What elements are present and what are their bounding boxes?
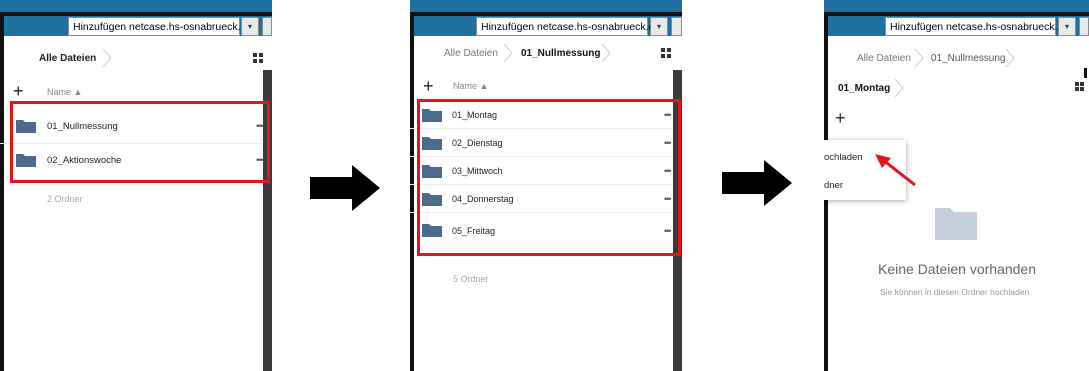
device-frame <box>410 12 682 16</box>
breadcrumb-all-files[interactable]: Alle Dateien <box>39 53 96 64</box>
empty-state-subtitle: Sie können in diesen Ordner hochladen <box>880 287 1030 297</box>
address-dropdown-button-2[interactable] <box>671 17 682 36</box>
grid-view-icon[interactable] <box>661 48 671 58</box>
empty-state-title: Keine Dateien vorhanden <box>878 261 1037 277</box>
folder-count: 2 Ordner <box>47 194 83 204</box>
add-icon[interactable]: + <box>13 82 24 100</box>
chevron-right-icon <box>1005 49 1015 67</box>
chevron-right-icon <box>894 79 904 97</box>
menu-item-new-folder[interactable]: dner <box>824 180 843 191</box>
chevron-right-icon <box>503 44 513 62</box>
address-bar[interactable]: Hinzufügen netcase.hs-osnabrueck.de <box>68 17 252 36</box>
breadcrumb-folder[interactable]: 01_Nullmessung <box>931 53 1006 64</box>
address-bar[interactable]: Hinzufügen netcase.hs-osnabrueck.de <box>885 17 1069 36</box>
device-frame <box>0 12 272 16</box>
address-dropdown-button[interactable]: ▾ <box>650 17 668 36</box>
menu-item-upload[interactable]: ochladen <box>824 152 863 163</box>
breadcrumb-current[interactable]: 01_Montag <box>838 83 890 94</box>
chevron-right-icon <box>601 44 611 62</box>
pointer-arrow-icon <box>875 154 916 187</box>
add-icon[interactable]: + <box>423 77 434 95</box>
column-header-name[interactable]: Name ▲ <box>47 87 82 97</box>
arrow-right-icon <box>310 165 380 211</box>
arrow-right-icon <box>722 160 792 206</box>
panel-3-screen: Hinzufügen netcase.hs-osnabrueck.de ▾ Al… <box>824 0 1089 371</box>
address-dropdown-button[interactable]: ▾ <box>241 17 259 36</box>
address-bar[interactable]: Hinzufügen netcase.hs-osnabrueck.de <box>476 17 660 36</box>
folder-count: 5 Ordner <box>453 274 489 284</box>
panel-2-screen: Hinzufügen netcase.hs-osnabrueck.de ▾ Al… <box>410 0 682 371</box>
panel-1-screen: Hinzufügen netcase.hs-osnabrueck.de ▾ Al… <box>0 0 272 371</box>
breadcrumb-all-files[interactable]: Alle Dateien <box>444 48 498 59</box>
highlight-box <box>10 101 270 183</box>
address-dropdown-button-2[interactable] <box>262 17 272 36</box>
chevron-right-icon <box>914 49 924 67</box>
device-frame <box>824 12 1089 16</box>
device-frame <box>0 14 4 371</box>
empty-folder-icon <box>935 208 977 240</box>
address-dropdown-button[interactable]: ▾ <box>1058 17 1076 36</box>
column-header-name[interactable]: Name ▲ <box>453 81 488 91</box>
add-icon[interactable]: + <box>835 109 846 127</box>
highlight-box <box>417 99 681 256</box>
scrollbar[interactable] <box>1084 68 1087 78</box>
grid-view-icon[interactable] <box>253 53 263 63</box>
chevron-right-icon <box>102 49 112 67</box>
breadcrumb-all-files[interactable]: Alle Dateien <box>857 53 911 64</box>
breadcrumb-current[interactable]: 01_Nullmessung <box>521 48 600 59</box>
grid-view-icon[interactable] <box>1075 82 1084 92</box>
address-dropdown-button-2[interactable] <box>1079 17 1089 36</box>
